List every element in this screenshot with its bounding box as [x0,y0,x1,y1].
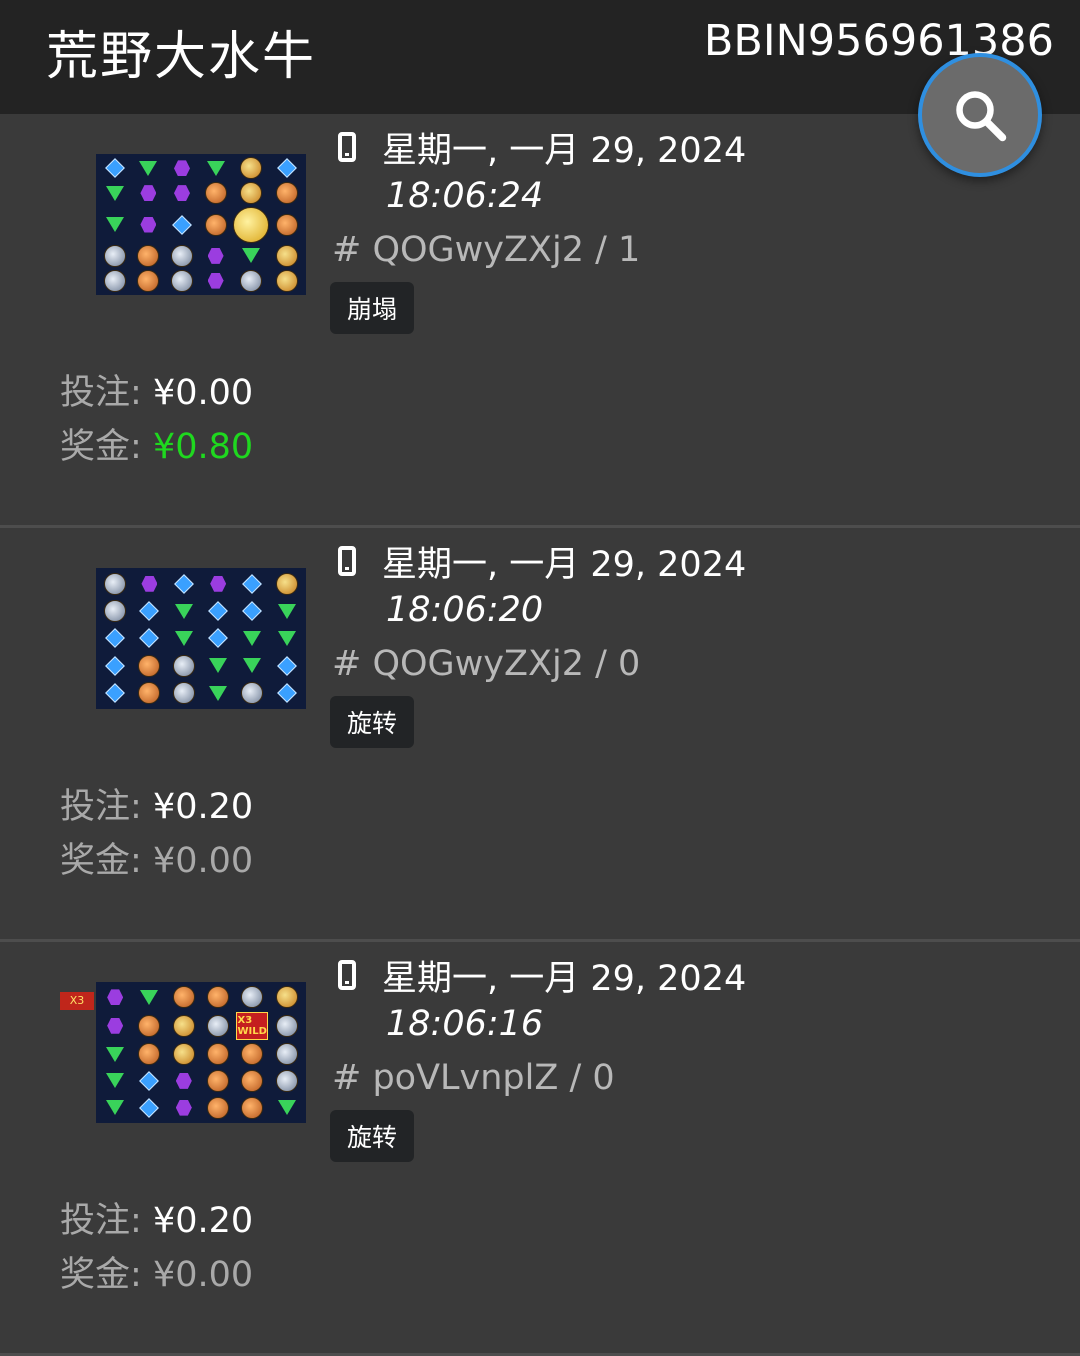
bet-label: 投注: [60,373,142,413]
bet-amount: ¥0.00 [152,373,254,413]
record-date: 星期一, 一月 29, 2024 [382,131,747,171]
bet-amount: ¥0.20 [152,1201,254,1241]
record-time: 18:06:24 [386,176,544,216]
win-amount: ¥0.00 [152,841,254,881]
win-label: 奖金: [60,841,142,881]
reel-thumbnail[interactable]: X3 WILD [96,982,306,1123]
history-record[interactable]: 星期一, 一月 29, 2024 18:06:24 # QOGwyZXj2 / … [0,114,1080,528]
history-record[interactable]: 星期一, 一月 29, 2024 18:06:20 # QOGwyZXj2 / … [0,528,1080,942]
spin-type-badge: 旋转 [330,696,414,748]
search-icon [956,91,1007,142]
reel-thumbnail[interactable] [96,568,306,709]
win-row: 奖金: ¥0.80 [60,418,253,469]
mobile-device-icon [338,546,356,576]
spin-type-badge: 崩塌 [330,282,414,334]
win-label: 奖金: [60,427,142,467]
mobile-device-icon [338,132,356,162]
wild-symbol: X3 WILD [236,1011,269,1040]
win-amount: ¥0.80 [152,427,254,467]
win-row: 奖金: ¥0.00 [60,1246,253,1297]
bet-label: 投注: [60,1201,142,1241]
bet-row: 投注: ¥0.20 [60,1192,253,1243]
win-amount: ¥0.00 [152,1255,254,1295]
win-label: 奖金: [60,1255,142,1295]
record-time: 18:06:20 [386,590,544,630]
bet-row: 投注: ¥0.20 [60,778,253,829]
multiplier-badge: X3 [60,992,94,1010]
round-id: # QOGwyZXj2 / 1 [332,230,641,270]
round-id: # QOGwyZXj2 / 0 [332,644,641,684]
bet-amount: ¥0.20 [152,787,254,827]
game-title: 荒野大水牛 [46,27,317,87]
win-row: 奖金: ¥0.00 [60,832,253,883]
bet-row: 投注: ¥0.00 [60,364,253,415]
search-button[interactable] [918,53,1042,177]
top-bar: 荒野大水牛 BBIN956961386 [0,0,1080,114]
record-date: 星期一, 一月 29, 2024 [382,545,747,585]
spin-type-badge: 旋转 [330,1110,414,1162]
reel-thumbnail[interactable] [96,154,306,295]
mobile-device-icon [338,960,356,990]
round-id: # poVLvnplZ / 0 [332,1058,615,1098]
bet-label: 投注: [60,787,142,827]
record-time: 18:06:16 [386,1004,544,1044]
record-date: 星期一, 一月 29, 2024 [382,959,747,999]
history-record[interactable]: X3 X3 WILD 星期一, 一月 29, 2024 18:06:16 # p… [0,942,1080,1356]
